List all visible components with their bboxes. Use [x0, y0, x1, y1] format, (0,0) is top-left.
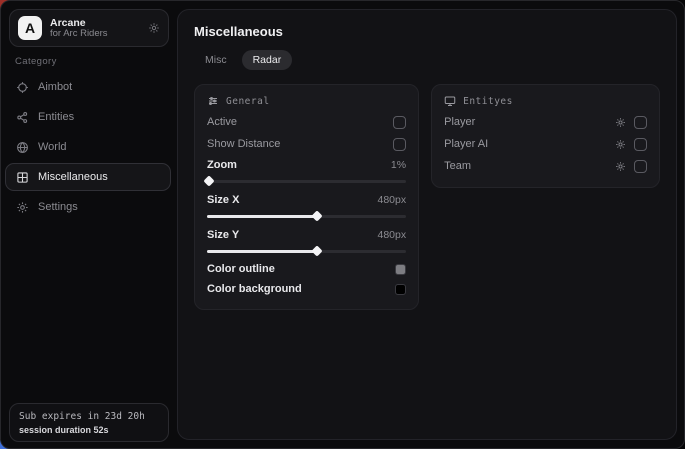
sidebar-item-label: World [38, 141, 67, 153]
entities-panel: Entityes Player P [431, 84, 660, 188]
slider-thumb[interactable] [203, 175, 214, 186]
app-subtitle: for Arc Riders [50, 29, 140, 40]
setting-row-color-outline: Color outline [207, 259, 406, 279]
setting-row-color-background: Color background [207, 279, 406, 299]
player-checkbox[interactable] [634, 116, 647, 129]
main-content: Miscellaneous Misc Radar General [177, 9, 677, 440]
setting-label: Size X [207, 194, 239, 206]
entity-label: Team [444, 160, 471, 172]
entity-row-player-ai: Player AI [444, 133, 647, 155]
entities-icon [16, 111, 29, 124]
sidebar-item-miscellaneous[interactable]: Miscellaneous [5, 163, 171, 191]
sidebar-nav: Aimbot Entities World [5, 73, 171, 221]
monitor-icon [444, 95, 456, 107]
sliders-icon [207, 95, 219, 107]
category-section-label: Category [15, 56, 57, 67]
general-panel: General Active Show Distance Zoom 1% [194, 84, 419, 310]
setting-label: Active [207, 116, 237, 128]
size-x-slider[interactable] [207, 211, 406, 221]
sidebar-item-label: Miscellaneous [38, 171, 108, 183]
tab-radar[interactable]: Radar [242, 50, 293, 70]
entity-row-player: Player [444, 111, 647, 133]
gear-icon[interactable] [148, 22, 160, 34]
zoom-value: 1% [391, 159, 406, 171]
team-checkbox[interactable] [634, 160, 647, 173]
sidebar-item-label: Entities [38, 111, 74, 123]
setting-row-show-distance: Show Distance [207, 133, 406, 155]
gear-icon[interactable] [615, 161, 626, 172]
sidebar-item-settings[interactable]: Settings [5, 193, 171, 221]
sidebar-item-label: Aimbot [38, 81, 72, 93]
setting-row-zoom: Zoom 1% [207, 155, 406, 175]
app-title: Arcane [50, 17, 140, 29]
size-y-value: 480px [378, 229, 407, 241]
zoom-slider[interactable] [207, 176, 406, 186]
size-y-slider[interactable] [207, 246, 406, 256]
setting-label: Color background [207, 283, 302, 295]
setting-row-active: Active [207, 111, 406, 133]
subscription-expiry: Sub expires in 23d 20h [19, 411, 159, 422]
setting-label: Size Y [207, 229, 239, 241]
color-background-swatch[interactable] [395, 284, 406, 295]
sidebar-item-entities[interactable]: Entities [5, 103, 171, 131]
grid-icon [16, 171, 29, 184]
entities-panel-title: Entityes [463, 96, 513, 107]
crosshair-icon [16, 81, 29, 94]
active-checkbox[interactable] [393, 116, 406, 129]
entity-label: Player AI [444, 138, 488, 150]
sidebar-item-aimbot[interactable]: Aimbot [5, 73, 171, 101]
gear-icon[interactable] [615, 139, 626, 150]
player-ai-checkbox[interactable] [634, 138, 647, 151]
slider-thumb[interactable] [311, 210, 322, 221]
slider-thumb[interactable] [311, 245, 322, 256]
setting-label: Show Distance [207, 138, 280, 150]
app-logo: A [18, 16, 42, 40]
setting-label: Zoom [207, 159, 237, 171]
gear-icon [16, 201, 29, 214]
sidebar-item-label: Settings [38, 201, 78, 213]
color-outline-swatch[interactable] [395, 264, 406, 275]
setting-row-size-y: Size Y 480px [207, 225, 406, 245]
tab-bar: Misc Radar [194, 50, 660, 70]
entity-label: Player [444, 116, 475, 128]
globe-icon [16, 141, 29, 154]
general-panel-title: General [226, 96, 270, 107]
subscription-card: Sub expires in 23d 20h session duration … [9, 403, 169, 442]
sidebar-item-world[interactable]: World [5, 133, 171, 161]
tab-misc[interactable]: Misc [194, 50, 238, 70]
logo-card[interactable]: A Arcane for Arc Riders [9, 9, 169, 47]
gear-icon[interactable] [615, 117, 626, 128]
setting-row-size-x: Size X 480px [207, 190, 406, 210]
panels-row: General Active Show Distance Zoom 1% [194, 84, 660, 310]
setting-label: Color outline [207, 263, 275, 275]
app-window: A Arcane for Arc Riders Category [0, 0, 685, 449]
session-duration: session duration 52s [19, 425, 159, 435]
entity-row-team: Team [444, 155, 647, 177]
sidebar: A Arcane for Arc Riders Category [1, 1, 176, 448]
show-distance-checkbox[interactable] [393, 138, 406, 151]
page-title: Miscellaneous [194, 24, 660, 39]
size-x-value: 480px [378, 194, 407, 206]
